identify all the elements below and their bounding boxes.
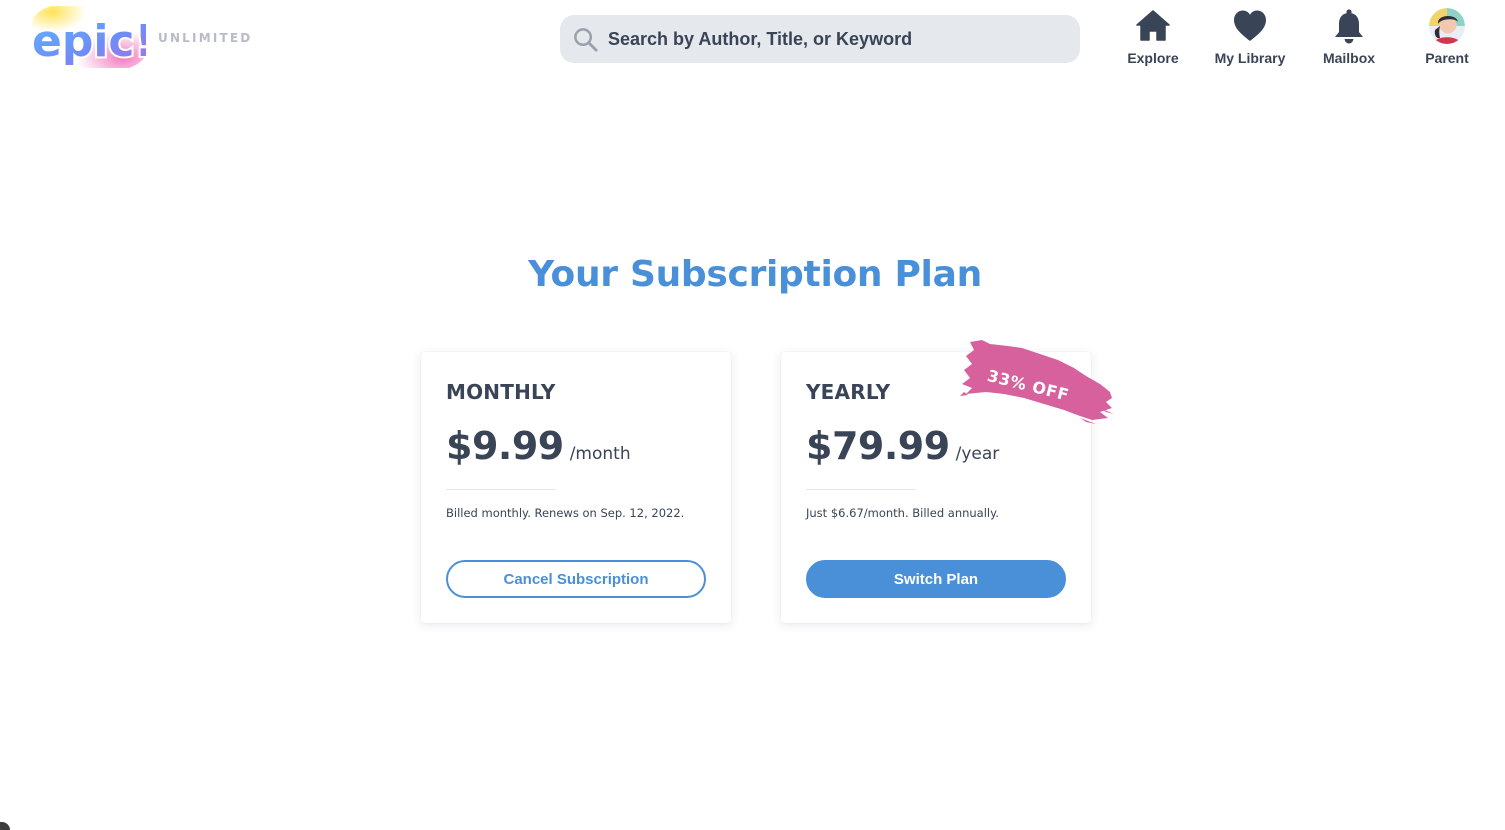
plan-name: YEARLY (806, 380, 891, 404)
nav-my-library[interactable]: My Library (1205, 8, 1295, 72)
avatar (1429, 8, 1465, 44)
plan-name: MONTHLY (446, 380, 556, 404)
search-input[interactable] (608, 15, 1068, 63)
page-title: Your Subscription Plan (528, 254, 982, 295)
plan-price: $9.99 (446, 424, 564, 468)
plan-period: /year (955, 444, 1000, 464)
nav-parent[interactable]: Parent (1402, 8, 1492, 72)
home-icon (1136, 10, 1170, 41)
subscription-tier-label: UNLIMITED (158, 31, 253, 45)
nav-my-library-label: My Library (1214, 50, 1286, 66)
plan-price: $79.99 (806, 424, 950, 468)
heart-icon (1234, 10, 1266, 41)
divider (806, 489, 916, 490)
price-row: $9.99/month (446, 424, 631, 468)
nav-mailbox[interactable]: Mailbox (1304, 8, 1394, 72)
billing-note: Just $6.67/month. Billed annually. (806, 506, 999, 520)
search-icon (574, 28, 598, 52)
nav-explore-label: Explore (1127, 50, 1179, 66)
top-header: epic! UNLIMITED Explore My Library (0, 0, 1505, 80)
divider (446, 489, 556, 490)
search-bar[interactable] (560, 15, 1080, 63)
subscription-page: epic! UNLIMITED Explore My Library (0, 0, 1505, 830)
nav-parent-label: Parent (1425, 50, 1469, 66)
plan-period: /month (569, 444, 631, 464)
switch-plan-button[interactable]: Switch Plan (806, 560, 1066, 598)
window-corner (0, 822, 10, 830)
billing-note: Billed monthly. Renews on Sep. 12, 2022. (446, 506, 685, 520)
epic-logo[interactable]: epic! (28, 6, 146, 68)
logo-wordmark: epic! (32, 16, 146, 67)
cancel-subscription-button[interactable]: Cancel Subscription (446, 560, 706, 598)
bell-icon (1335, 9, 1363, 44)
plan-card-monthly: MONTHLY $9.99/month Billed monthly. Rene… (421, 352, 731, 623)
nav-mailbox-label: Mailbox (1322, 50, 1376, 66)
price-row: $79.99/year (806, 424, 999, 468)
nav-explore[interactable]: Explore (1108, 8, 1198, 72)
